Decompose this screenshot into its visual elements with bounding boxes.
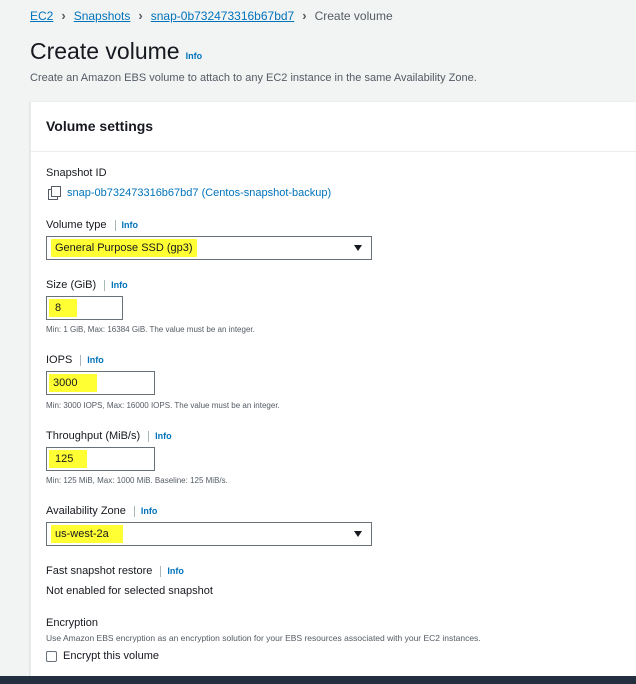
throughput-info-link[interactable]: Info — [155, 431, 172, 441]
caret-down-icon — [354, 531, 362, 537]
caret-down-icon — [354, 245, 362, 251]
page-info-link[interactable]: Info — [186, 51, 203, 61]
size-hint: Min: 1 GiB, Max: 16384 GiB. The value mu… — [46, 325, 255, 334]
encrypt-volume-option[interactable]: Encrypt this volume — [46, 650, 159, 662]
label-divider — [160, 565, 162, 577]
size-label-text: Size (GiB) — [46, 279, 97, 291]
breadcrumb-ec2-link[interactable]: EC2 — [30, 9, 53, 23]
volume-settings-panel: Volume settings Snapshot ID snap-0b73247… — [30, 101, 636, 684]
copy-icon[interactable] — [48, 186, 61, 200]
label-divider — [80, 354, 82, 366]
availability-zone-selected-value: us-west-2a — [51, 525, 123, 543]
label-divider — [114, 219, 116, 231]
breadcrumb: EC2 › Snapshots › snap-0b732473316b67bd7… — [30, 8, 393, 23]
availability-zone-label-text: Availability Zone — [46, 505, 126, 517]
panel-title: Volume settings — [31, 102, 636, 152]
label-divider — [133, 505, 135, 517]
throughput-label: Throughput (MiB/s) Info — [46, 430, 172, 442]
fast-snapshot-restore-value: Not enabled for selected snapshot — [46, 585, 213, 597]
volume-type-selected-value: General Purpose SSD (gp3) — [51, 239, 197, 257]
availability-zone-label: Availability Zone Info — [46, 505, 157, 517]
volume-type-info-link[interactable]: Info — [122, 220, 139, 230]
size-input[interactable]: 8 — [46, 296, 123, 320]
iops-label: IOPS Info — [46, 354, 104, 366]
label-divider — [148, 430, 150, 442]
size-label: Size (GiB) Info — [46, 279, 128, 291]
snapshot-id-link[interactable]: snap-0b732473316b67bd7 (Centos-snapshot-… — [67, 187, 331, 199]
availability-zone-info-link[interactable]: Info — [141, 506, 158, 516]
chevron-right-icon: › — [138, 8, 143, 23]
encryption-label: Encryption — [46, 617, 98, 629]
chevron-right-icon: › — [61, 8, 66, 23]
page-title: Create volume Info — [30, 38, 202, 65]
volume-type-label-text: Volume type — [46, 219, 107, 231]
throughput-input[interactable]: 125 — [46, 447, 155, 471]
snapshot-id-label-text: Snapshot ID — [46, 167, 107, 179]
fast-snapshot-restore-label-text: Fast snapshot restore — [46, 565, 153, 577]
throughput-input-value: 125 — [49, 450, 88, 468]
throughput-label-text: Throughput (MiB/s) — [46, 430, 141, 442]
iops-info-link[interactable]: Info — [87, 355, 104, 365]
page-description: Create an Amazon EBS volume to attach to… — [30, 72, 477, 84]
chevron-right-icon: › — [302, 8, 307, 23]
breadcrumb-snapshot-id-link[interactable]: snap-0b732473316b67bd7 — [151, 9, 294, 23]
iops-input-value: 3000 — [49, 374, 98, 392]
encryption-label-text: Encryption — [46, 617, 98, 629]
footer-bar — [0, 676, 636, 684]
fast-snapshot-restore-info-link[interactable]: Info — [167, 566, 184, 576]
availability-zone-select[interactable]: us-west-2a — [46, 522, 372, 546]
snapshot-id-label: Snapshot ID — [46, 167, 107, 179]
snapshot-id-row: snap-0b732473316b67bd7 (Centos-snapshot-… — [48, 186, 331, 200]
iops-hint: Min: 3000 IOPS, Max: 16000 IOPS. The val… — [46, 401, 280, 410]
throughput-hint: Min: 125 MiB, Max: 1000 MiB. Baseline: 1… — [46, 476, 228, 485]
encrypt-volume-label: Encrypt this volume — [63, 650, 159, 662]
volume-type-select[interactable]: General Purpose SSD (gp3) — [46, 236, 372, 260]
size-info-link[interactable]: Info — [111, 280, 128, 290]
encrypt-volume-checkbox[interactable] — [46, 650, 57, 662]
size-input-value: 8 — [49, 299, 78, 317]
volume-type-label: Volume type Info — [46, 219, 138, 231]
breadcrumb-current: Create volume — [314, 8, 393, 23]
breadcrumb-snapshots-link[interactable]: Snapshots — [74, 9, 131, 23]
iops-label-text: IOPS — [46, 354, 73, 366]
label-divider — [104, 279, 106, 291]
encryption-description: Use Amazon EBS encryption as an encrypti… — [46, 633, 481, 643]
page-title-text: Create volume — [30, 38, 180, 64]
iops-input[interactable]: 3000 — [46, 371, 155, 395]
fast-snapshot-restore-label: Fast snapshot restore Info — [46, 565, 184, 577]
